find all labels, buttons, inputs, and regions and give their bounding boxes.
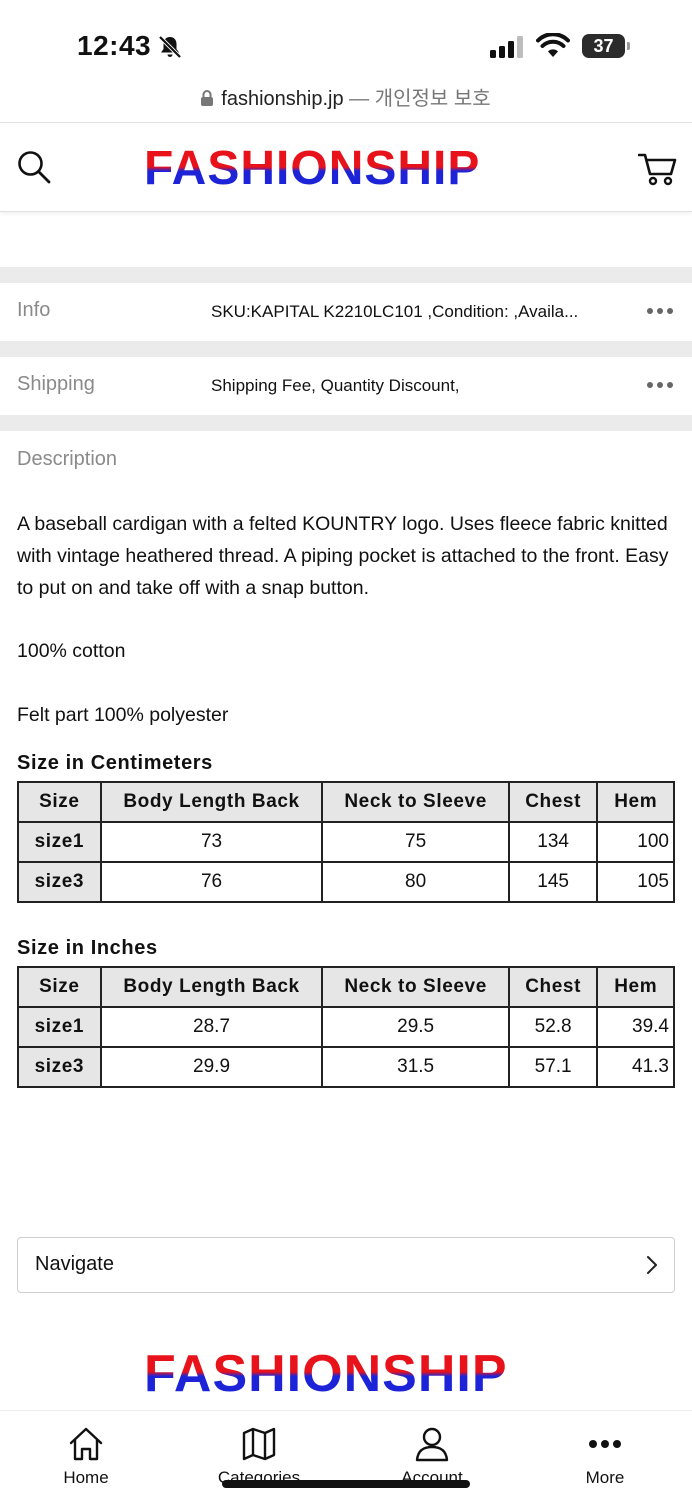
site-logo[interactable]: FASHIONSHIP bbox=[144, 143, 480, 195]
row-header: size1 bbox=[17, 821, 102, 863]
column-header: Chest bbox=[507, 781, 599, 823]
column-header: Chest bbox=[507, 966, 599, 1008]
table-cell: 28.7 bbox=[99, 1006, 324, 1048]
url-bar[interactable]: fashionship.jp — 개인정보 보호 bbox=[0, 82, 692, 120]
row-header: size1 bbox=[17, 1006, 102, 1048]
lock-icon bbox=[201, 90, 214, 106]
status-bar: 12:43 37 bbox=[0, 0, 692, 82]
size-in-table: Size Body Length Back Neck to Sleeve Che… bbox=[17, 966, 675, 1088]
nav-home[interactable]: Home bbox=[26, 1411, 146, 1500]
home-indicator bbox=[222, 1480, 470, 1488]
column-header: Hem bbox=[596, 781, 675, 823]
table-cell: 75 bbox=[321, 821, 510, 863]
table-row: size1 28.7 29.5 52.8 39.4 bbox=[17, 1006, 675, 1048]
info-row[interactable]: Info SKU:KAPITAL K2210LC101 ,Condition: … bbox=[0, 283, 692, 341]
column-header: Neck to Sleeve bbox=[321, 781, 510, 823]
cart-icon[interactable] bbox=[638, 151, 678, 187]
felt-text: Felt part 100% polyester bbox=[17, 704, 229, 726]
nav-home-label: Home bbox=[63, 1468, 109, 1487]
size-in-table-wrap[interactable]: Size Body Length Back Neck to Sleeve Che… bbox=[17, 966, 675, 1088]
row-header: size3 bbox=[17, 861, 102, 903]
table-cell: 41.3 bbox=[596, 1046, 675, 1088]
table-cell: 39.4 bbox=[596, 1006, 675, 1048]
home-icon bbox=[69, 1427, 103, 1461]
material-text: 100% cotton bbox=[17, 640, 126, 662]
shipping-row[interactable]: Shipping Shipping Fee, Quantity Discount… bbox=[0, 357, 692, 415]
nav-more-label: More bbox=[585, 1468, 625, 1487]
column-header: Neck to Sleeve bbox=[321, 966, 510, 1008]
bell-slash-icon bbox=[158, 35, 182, 59]
size-cm-table: Size Body Length Back Neck to Sleeve Che… bbox=[17, 781, 675, 903]
wifi-icon bbox=[536, 33, 570, 57]
table-cell: 145 bbox=[507, 861, 599, 903]
navigate-label: Navigate bbox=[35, 1253, 114, 1275]
url-privacy-label: 개인정보 보호 bbox=[374, 88, 491, 110]
more-dots-icon[interactable] bbox=[646, 307, 674, 315]
table-row: size1 73 75 134 100 bbox=[17, 821, 675, 863]
table-cell: 76 bbox=[99, 861, 324, 903]
table-cell: 134 bbox=[507, 821, 599, 863]
nav-more[interactable]: More bbox=[545, 1411, 665, 1500]
table-cell: 73 bbox=[99, 821, 324, 863]
divider bbox=[0, 267, 692, 283]
url-separator: — bbox=[343, 88, 375, 110]
shipping-label: Shipping bbox=[17, 373, 95, 395]
navigate-button[interactable]: Navigate bbox=[17, 1237, 675, 1293]
table-cell: 80 bbox=[321, 861, 510, 903]
footer-logo[interactable]: FASHIONSHIP bbox=[144, 1346, 508, 1402]
more-icon bbox=[589, 1440, 621, 1448]
info-value: SKU:KAPITAL K2210LC101 ,Condition: ,Avai… bbox=[211, 302, 579, 321]
table-cell: 100 bbox=[596, 821, 675, 863]
map-icon bbox=[242, 1427, 276, 1461]
table-row: size3 29.9 31.5 57.1 41.3 bbox=[17, 1046, 675, 1088]
column-header: Size bbox=[17, 966, 102, 1008]
shipping-value: Shipping Fee, Quantity Discount, bbox=[211, 376, 460, 395]
battery-indicator: 37 bbox=[582, 34, 630, 58]
table-header-row: Size Body Length Back Neck to Sleeve Che… bbox=[17, 781, 675, 823]
site-header: FASHIONSHIP bbox=[0, 122, 692, 212]
search-icon[interactable] bbox=[16, 149, 52, 185]
table-cell: 31.5 bbox=[321, 1046, 510, 1088]
chevron-right-icon bbox=[647, 1256, 657, 1274]
divider bbox=[0, 415, 692, 431]
more-dots-icon[interactable] bbox=[646, 381, 674, 389]
table-cell: 52.8 bbox=[507, 1006, 599, 1048]
description-label: Description bbox=[17, 448, 118, 470]
status-time: 12:43 bbox=[77, 30, 152, 61]
description-text: A baseball cardigan with a felted KOUNTR… bbox=[17, 513, 669, 599]
signal-icon bbox=[490, 36, 523, 58]
column-header: Hem bbox=[596, 966, 675, 1008]
table-row: size3 76 80 145 105 bbox=[17, 861, 675, 903]
table-cell: 29.5 bbox=[321, 1006, 510, 1048]
table-cell: 57.1 bbox=[507, 1046, 599, 1088]
row-header: size3 bbox=[17, 1046, 102, 1088]
table-cell: 105 bbox=[596, 861, 675, 903]
url-domain: fashionship.jp bbox=[221, 88, 344, 110]
divider bbox=[0, 341, 692, 357]
user-icon bbox=[415, 1427, 449, 1462]
table-cell: 29.9 bbox=[99, 1046, 324, 1088]
column-header: Size bbox=[17, 781, 102, 823]
size-cm-table-wrap[interactable]: Size Body Length Back Neck to Sleeve Che… bbox=[17, 781, 675, 903]
battery-level: 37 bbox=[593, 36, 614, 56]
size-cm-heading: Size in Centimeters bbox=[17, 752, 213, 774]
size-in-heading: Size in Inches bbox=[17, 937, 158, 959]
column-header: Body Length Back bbox=[99, 966, 324, 1008]
column-header: Body Length Back bbox=[99, 781, 324, 823]
table-header-row: Size Body Length Back Neck to Sleeve Che… bbox=[17, 966, 675, 1008]
info-label: Info bbox=[17, 299, 51, 321]
